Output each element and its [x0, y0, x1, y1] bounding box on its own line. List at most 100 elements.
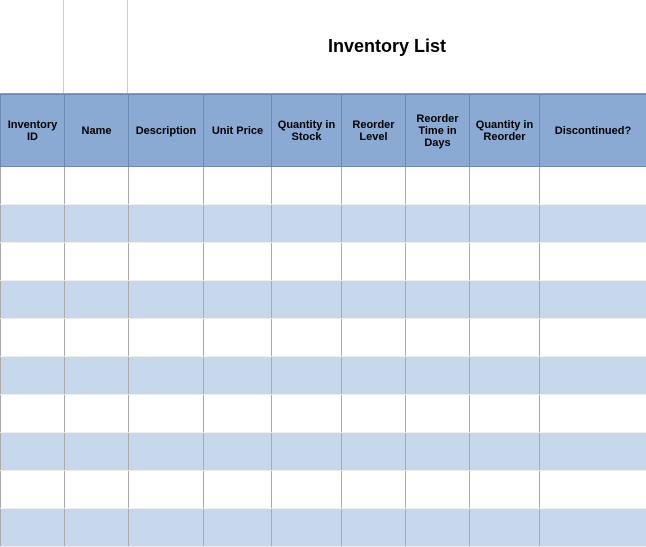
table-cell[interactable] [1, 395, 65, 433]
table-cell[interactable] [406, 509, 470, 547]
table-cell[interactable] [1, 281, 65, 319]
table-cell[interactable] [1, 319, 65, 357]
table-cell[interactable] [129, 395, 204, 433]
table-cell[interactable] [470, 357, 540, 395]
table-cell[interactable] [65, 167, 129, 205]
table-row[interactable] [1, 357, 646, 395]
table-cell[interactable] [1, 167, 65, 205]
table-cell[interactable] [1, 243, 65, 281]
table-cell[interactable] [406, 395, 470, 433]
table-cell[interactable] [342, 471, 406, 509]
table-cell[interactable] [470, 319, 540, 357]
table-cell[interactable] [406, 243, 470, 281]
table-row[interactable] [1, 509, 646, 547]
table-cell[interactable] [65, 205, 129, 243]
table-cell[interactable] [129, 433, 204, 471]
table-cell[interactable] [65, 433, 129, 471]
table-cell[interactable] [129, 471, 204, 509]
table-cell[interactable] [406, 357, 470, 395]
table-cell[interactable] [272, 205, 342, 243]
table-cell[interactable] [204, 471, 272, 509]
table-cell[interactable] [129, 281, 204, 319]
table-cell[interactable] [342, 509, 406, 547]
table-cell[interactable] [204, 357, 272, 395]
table-row[interactable] [1, 281, 646, 319]
table-cell[interactable] [470, 205, 540, 243]
table-cell[interactable] [129, 167, 204, 205]
table-cell[interactable] [406, 319, 470, 357]
table-cell[interactable] [540, 395, 646, 433]
table-cell[interactable] [540, 167, 646, 205]
table-cell[interactable] [1, 205, 65, 243]
table-cell[interactable] [272, 167, 342, 205]
table-cell[interactable] [272, 471, 342, 509]
table-cell[interactable] [540, 205, 646, 243]
table-cell[interactable] [342, 433, 406, 471]
table-cell[interactable] [65, 243, 129, 281]
table-cell[interactable] [204, 433, 272, 471]
table-cell[interactable] [204, 167, 272, 205]
table-cell[interactable] [272, 319, 342, 357]
table-cell[interactable] [470, 433, 540, 471]
table-cell[interactable] [540, 319, 646, 357]
table-cell[interactable] [406, 167, 470, 205]
table-cell[interactable] [65, 319, 129, 357]
table-cell[interactable] [470, 509, 540, 547]
table-cell[interactable] [204, 205, 272, 243]
table-cell[interactable] [540, 357, 646, 395]
table-cell[interactable] [272, 395, 342, 433]
table-cell[interactable] [342, 395, 406, 433]
table-cell[interactable] [272, 357, 342, 395]
table-cell[interactable] [540, 433, 646, 471]
table-cell[interactable] [470, 243, 540, 281]
table-cell[interactable] [65, 281, 129, 319]
table-cell[interactable] [204, 281, 272, 319]
table-cell[interactable] [1, 357, 65, 395]
table-cell[interactable] [204, 243, 272, 281]
table-row[interactable] [1, 395, 646, 433]
table-cell[interactable] [272, 509, 342, 547]
table-cell[interactable] [65, 509, 129, 547]
table-cell[interactable] [470, 395, 540, 433]
table-cell[interactable] [272, 243, 342, 281]
table-cell[interactable] [342, 243, 406, 281]
table-cell[interactable] [470, 167, 540, 205]
table-cell[interactable] [406, 281, 470, 319]
table-row[interactable] [1, 319, 646, 357]
table-cell[interactable] [129, 357, 204, 395]
table-cell[interactable] [540, 509, 646, 547]
table-cell[interactable] [342, 357, 406, 395]
table-cell[interactable] [342, 205, 406, 243]
table-row[interactable] [1, 471, 646, 509]
table-cell[interactable] [406, 433, 470, 471]
table-cell[interactable] [204, 509, 272, 547]
table-cell[interactable] [65, 471, 129, 509]
table-cell[interactable] [540, 471, 646, 509]
table-cell[interactable] [342, 319, 406, 357]
table-row[interactable] [1, 243, 646, 281]
table-cell[interactable] [65, 395, 129, 433]
table-cell[interactable] [406, 205, 470, 243]
table-cell[interactable] [470, 281, 540, 319]
table-cell[interactable] [129, 509, 204, 547]
table-row[interactable] [1, 205, 646, 243]
table-row[interactable] [1, 433, 646, 471]
table-cell[interactable] [470, 471, 540, 509]
table-cell[interactable] [129, 205, 204, 243]
table-row[interactable] [1, 167, 646, 205]
table-cell[interactable] [342, 281, 406, 319]
table-cell[interactable] [65, 357, 129, 395]
table-cell[interactable] [540, 281, 646, 319]
table-cell[interactable] [1, 471, 65, 509]
table-cell[interactable] [204, 395, 272, 433]
table-cell[interactable] [540, 243, 646, 281]
table-cell[interactable] [1, 433, 65, 471]
table-cell[interactable] [272, 433, 342, 471]
table-cell[interactable] [342, 167, 406, 205]
table-cell[interactable] [204, 319, 272, 357]
table-cell[interactable] [129, 243, 204, 281]
table-cell[interactable] [1, 509, 65, 547]
table-cell[interactable] [129, 319, 204, 357]
table-cell[interactable] [272, 281, 342, 319]
table-cell[interactable] [406, 471, 470, 509]
